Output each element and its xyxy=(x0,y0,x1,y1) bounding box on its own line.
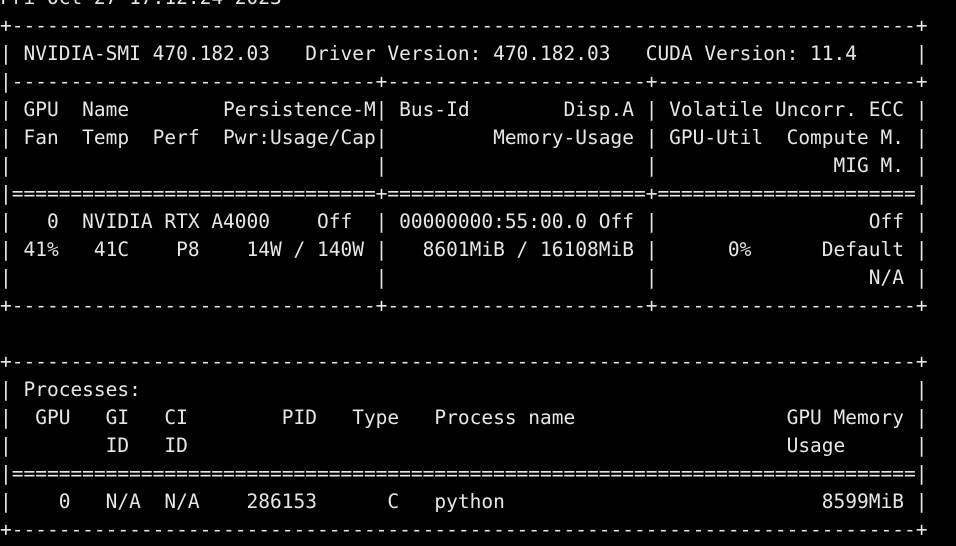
process-row: | 0 N/A N/A 286153 C python 8599MiB | xyxy=(0,490,928,513)
processes-header-separator: |=======================================… xyxy=(0,462,928,485)
version-header-line: | NVIDIA-SMI 470.182.03 Driver Version: … xyxy=(0,42,928,65)
timestamp-line: Fri Oct 27 17:12:24 2023 xyxy=(0,0,956,12)
gpu-column-header-row-1: | GPU Name Persistence-M| Bus-Id Disp.A … xyxy=(0,98,928,121)
gpu-column-header-row-2: | Fan Temp Perf Pwr:Usage/Cap| Memory-Us… xyxy=(0,126,928,149)
gpu-row-3: | | | N/A | xyxy=(0,266,928,289)
terminal-output: Fri Oct 27 17:12:24 2023 +--------------… xyxy=(0,0,956,544)
processes-border-top: +---------------------------------------… xyxy=(0,350,928,373)
table-border-bottom: +-------------------------------+-------… xyxy=(0,294,928,317)
table-divider: |-------------------------------+-------… xyxy=(0,70,928,93)
gpu-row-2: | 41% 41C P8 14W / 140W | 8601MiB / 1610… xyxy=(0,238,928,261)
processes-header-row-1: | GPU GI CI PID Type Process name GPU Me… xyxy=(0,406,928,429)
processes-header-row-2: | ID ID Usage | xyxy=(0,434,928,457)
gpu-column-header-row-3: | | | MIG M. | xyxy=(0,154,928,177)
processes-title-line: | Processes: | xyxy=(0,378,928,401)
gpu-row-1: | 0 NVIDIA RTX A4000 Off | 00000000:55:0… xyxy=(0,210,928,233)
processes-border-bottom: +---------------------------------------… xyxy=(0,518,928,541)
table-border-top: +---------------------------------------… xyxy=(0,14,928,37)
table-header-separator: |===============================+=======… xyxy=(0,182,928,205)
